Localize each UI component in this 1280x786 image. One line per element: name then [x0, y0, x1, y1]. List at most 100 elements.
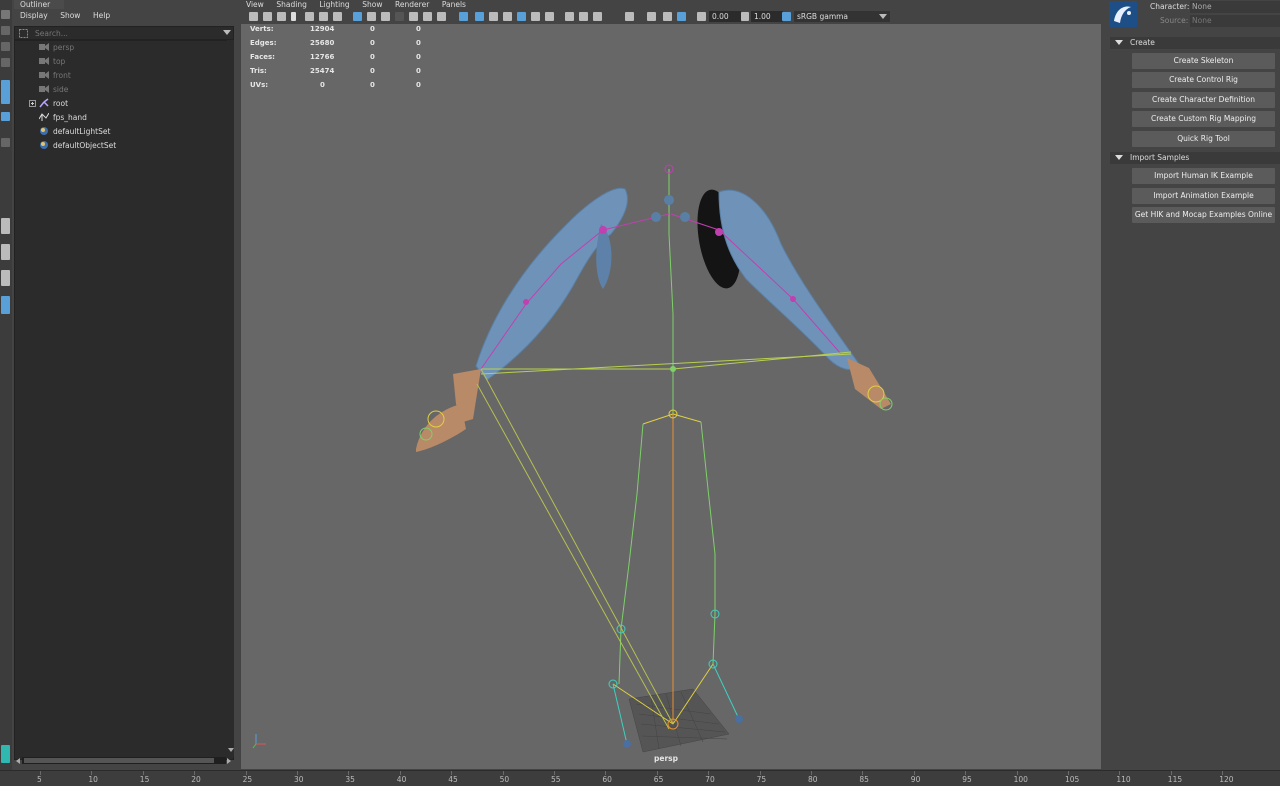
menu-shading[interactable]: Shading: [276, 0, 306, 9]
ambient-occlusion-icon[interactable]: [531, 12, 540, 21]
section-import-samples[interactable]: Import Samples: [1110, 152, 1280, 164]
gate-mask-icon[interactable]: [625, 12, 634, 21]
xray-icon[interactable]: [475, 12, 484, 21]
list-item[interactable]: persp: [15, 41, 225, 54]
camera-icon: [39, 57, 49, 65]
safe-action-icon[interactable]: [663, 12, 672, 21]
list-item[interactable]: side: [15, 83, 225, 96]
joints: [419, 164, 893, 748]
viewport-persp[interactable]: [241, 24, 1101, 769]
scroll-left-icon[interactable]: [16, 758, 21, 764]
timeline-tick-label: 45: [448, 775, 458, 784]
two-view-icon[interactable]: [1, 270, 10, 286]
exposure-field[interactable]: 0.00: [709, 11, 741, 22]
scroll-right-icon[interactable]: [227, 758, 232, 764]
get-hik-examples-online-button[interactable]: Get HIK and Mocap Examples Online: [1132, 207, 1275, 223]
create-control-rig-button[interactable]: Create Control Rig: [1132, 72, 1275, 88]
gamma-field[interactable]: 1.00: [751, 11, 783, 22]
list-item[interactable]: defaultObjectSet: [15, 139, 225, 152]
scene-render[interactable]: [241, 24, 1101, 769]
expand-icon[interactable]: [29, 100, 36, 107]
horizontal-scrollbar[interactable]: [16, 757, 231, 764]
lasso-tool-icon[interactable]: [1, 26, 10, 35]
axis-gizmo: [252, 734, 266, 749]
texture-icon[interactable]: [437, 12, 446, 21]
color-management-icon[interactable]: [782, 12, 791, 21]
bookmark-icon[interactable]: [277, 12, 286, 21]
camera-icon: [39, 71, 49, 79]
hud-row-faces: Faces: 12766 0 0: [250, 53, 421, 61]
grease-pencil-icon[interactable]: [319, 12, 328, 21]
xray-joints-icon[interactable]: [489, 12, 498, 21]
hik-logo-icon[interactable]: [1109, 1, 1137, 27]
menu-view[interactable]: View: [246, 0, 264, 9]
rotate-tool-icon[interactable]: [1, 80, 10, 104]
select-tool-icon[interactable]: [1, 10, 10, 19]
list-item[interactable]: defaultLightSet: [15, 125, 225, 138]
paint-tool-icon[interactable]: [1, 42, 10, 51]
vertical-scrollbar[interactable]: [227, 40, 234, 757]
lights-icon[interactable]: [409, 12, 418, 21]
create-character-definition-button[interactable]: Create Character Definition: [1132, 92, 1275, 108]
outliner-tab[interactable]: Outliner: [14, 0, 64, 9]
backface-icon[interactable]: [517, 12, 526, 21]
four-view-icon[interactable]: [1, 244, 10, 260]
menu-show[interactable]: Show: [60, 9, 80, 23]
scroll-down-icon[interactable]: [228, 748, 234, 753]
list-item[interactable]: front: [15, 69, 225, 82]
resolution-gate-icon[interactable]: [593, 12, 602, 21]
import-human-ik-example-button[interactable]: Import Human IK Example: [1132, 168, 1275, 184]
create-skeleton-button[interactable]: Create Skeleton: [1132, 53, 1275, 69]
smooth-shade-icon[interactable]: [367, 12, 376, 21]
menu-lighting[interactable]: Lighting: [319, 0, 349, 9]
gamma-icon[interactable]: [741, 12, 749, 21]
create-custom-rig-mapping-button[interactable]: Create Custom Rig Mapping: [1132, 111, 1275, 127]
source-dropdown[interactable]: None: [1190, 15, 1280, 27]
script-icon[interactable]: [1, 745, 10, 763]
antialias-icon[interactable]: [565, 12, 574, 21]
wireframe-icon[interactable]: [353, 12, 362, 21]
camera-attributes-icon[interactable]: [263, 12, 272, 21]
quick-rig-tool-button[interactable]: Quick Rig Tool: [1132, 131, 1275, 147]
menu-help[interactable]: Help: [93, 9, 110, 23]
list-item[interactable]: root: [15, 97, 225, 110]
time-slider[interactable]: 5 10 15 20 25 30 35 40 45 50 55 60 65 70 75 80 85 90 95 100…: [0, 770, 1280, 786]
shadows-icon[interactable]: [423, 12, 432, 21]
timeline-tick-label: 15: [139, 775, 150, 784]
default-material-icon[interactable]: [381, 12, 390, 21]
last-tool-icon[interactable]: [1, 138, 10, 147]
safe-title-icon[interactable]: [677, 12, 686, 21]
outliner-menubar: Display Show Help: [14, 9, 236, 23]
color-space-dropdown[interactable]: sRGB gamma: [794, 11, 890, 22]
timeline-tick-label: 100: [1013, 775, 1028, 784]
search-input[interactable]: [35, 27, 205, 39]
scroll-thumb[interactable]: [24, 758, 214, 763]
depth-of-field-icon[interactable]: [579, 12, 588, 21]
textured-icon[interactable]: [395, 12, 404, 21]
list-item[interactable]: fps_hand: [15, 111, 225, 124]
list-item[interactable]: top: [15, 55, 225, 68]
isolate-icon[interactable]: [459, 12, 468, 21]
image-plane-icon[interactable]: [291, 12, 296, 21]
import-animation-example-button[interactable]: Import Animation Example: [1132, 188, 1275, 204]
exposure-icon[interactable]: [697, 12, 706, 21]
single-view-icon[interactable]: [1, 218, 10, 234]
chevron-down-icon[interactable]: [223, 30, 231, 36]
xray-active-icon[interactable]: [503, 12, 512, 21]
select-filter-icon[interactable]: [19, 29, 28, 38]
menu-show[interactable]: Show: [362, 0, 382, 9]
field-chart-icon[interactable]: [647, 12, 656, 21]
grid-icon[interactable]: [333, 12, 342, 21]
motion-blur-icon[interactable]: [545, 12, 554, 21]
menu-panels[interactable]: Panels: [442, 0, 466, 9]
camera-select-icon[interactable]: [249, 12, 258, 21]
character-dropdown[interactable]: None: [1190, 1, 1280, 13]
section-create[interactable]: Create: [1110, 37, 1280, 49]
move-tool-icon[interactable]: [1, 58, 10, 67]
outliner-layout-icon[interactable]: [1, 296, 10, 314]
2d-pan-zoom-icon[interactable]: [305, 12, 314, 21]
menu-renderer[interactable]: Renderer: [395, 0, 429, 9]
scale-tool-icon[interactable]: [1, 112, 10, 121]
menu-display[interactable]: Display: [20, 9, 48, 23]
timeline-tick-label: 40: [396, 775, 407, 784]
